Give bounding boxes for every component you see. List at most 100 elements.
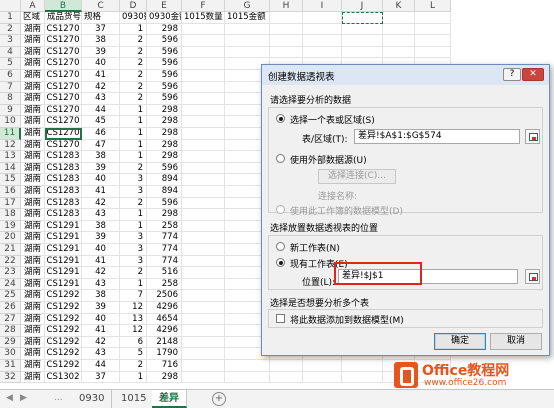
table-cell[interactable]: 1 xyxy=(120,23,147,36)
table-cell[interactable]: 湖南 xyxy=(21,35,45,47)
location-collapse-icon[interactable] xyxy=(525,269,540,284)
active-cell-b11[interactable]: CS1270 xyxy=(45,128,82,140)
table-cell[interactable] xyxy=(182,209,225,221)
table-cell[interactable]: 37 xyxy=(82,371,120,384)
table-cell[interactable] xyxy=(182,197,225,210)
table-cell[interactable]: 41 xyxy=(82,70,120,82)
table-cell[interactable] xyxy=(182,290,225,302)
header-cell[interactable]: 1015数量 xyxy=(182,12,225,24)
table-cell[interactable]: 湖南 xyxy=(21,58,45,70)
table-cell[interactable] xyxy=(225,46,270,59)
close-button[interactable]: ✕ xyxy=(522,68,544,81)
table-cell[interactable]: CS1291 xyxy=(45,267,82,279)
table-cell[interactable]: 42 xyxy=(82,267,120,279)
table-cell[interactable]: 39 xyxy=(82,232,120,244)
table-cell[interactable]: 298 xyxy=(147,151,182,163)
add-sheet-icon[interactable]: + xyxy=(212,392,226,406)
table-cell[interactable] xyxy=(303,371,342,384)
table-cell[interactable]: 1 xyxy=(120,209,147,221)
cancel-button[interactable]: 取消 xyxy=(490,333,542,350)
row-header[interactable]: 1 xyxy=(0,12,21,24)
table-cell[interactable]: CS1292 xyxy=(45,348,82,360)
row-header[interactable]: 28 xyxy=(0,325,21,337)
table-cell[interactable]: 298 xyxy=(147,371,182,384)
table-cell[interactable]: 298 xyxy=(147,104,182,117)
table-cell[interactable] xyxy=(182,244,225,256)
table-cell[interactable] xyxy=(182,81,225,94)
table-cell[interactable]: 596 xyxy=(147,46,182,59)
table-cell[interactable] xyxy=(270,35,303,47)
table-cell[interactable]: 12 xyxy=(120,302,147,314)
table-cell[interactable] xyxy=(182,186,225,198)
table-cell[interactable]: 1 xyxy=(120,128,147,140)
table-cell[interactable] xyxy=(182,151,225,163)
table-cell[interactable]: 2148 xyxy=(147,336,182,349)
table-cell[interactable]: 39 xyxy=(82,46,120,59)
table-cell[interactable]: 湖南 xyxy=(21,116,45,128)
table-cell[interactable]: 湖南 xyxy=(21,267,45,279)
table-cell[interactable]: CS1292 xyxy=(45,290,82,302)
table-cell[interactable]: CS1291 xyxy=(45,232,82,244)
table-cell[interactable]: CS1270 xyxy=(45,70,82,82)
table-cell[interactable]: 774 xyxy=(147,244,182,256)
radio-select-range[interactable] xyxy=(276,114,285,123)
table-cell[interactable]: 38 xyxy=(82,220,120,233)
table-cell[interactable]: 湖南 xyxy=(21,360,45,372)
table-cell[interactable]: 38 xyxy=(82,151,120,163)
table-cell[interactable]: 39 xyxy=(82,302,120,314)
table-cell[interactable] xyxy=(182,220,225,233)
table-cell[interactable]: 2 xyxy=(120,197,147,210)
table-cell[interactable] xyxy=(270,46,303,59)
table-cell[interactable]: 湖南 xyxy=(21,278,45,291)
table-cell[interactable]: CS1291 xyxy=(45,244,82,256)
row-header[interactable]: 31 xyxy=(0,360,21,372)
next-sheet-icon[interactable]: ▶ xyxy=(20,393,27,403)
row-header[interactable]: 15 xyxy=(0,174,21,186)
table-cell[interactable]: 湖南 xyxy=(21,139,45,152)
table-cell[interactable]: CS1283 xyxy=(45,186,82,198)
ok-button[interactable]: 确定 xyxy=(434,333,486,350)
table-cell[interactable]: 1 xyxy=(120,139,147,152)
table-cell[interactable]: CS1283 xyxy=(45,197,82,210)
row-header[interactable]: 3 xyxy=(0,35,21,47)
table-cell[interactable]: 4654 xyxy=(147,313,182,326)
row-header[interactable]: 16 xyxy=(0,186,21,198)
table-cell[interactable]: 258 xyxy=(147,220,182,233)
row-header[interactable]: 21 xyxy=(0,244,21,256)
table-cell[interactable]: 3 xyxy=(120,255,147,268)
table-cell[interactable]: 596 xyxy=(147,81,182,94)
table-cell[interactable]: 596 xyxy=(147,93,182,105)
column-header-d[interactable]: D xyxy=(120,0,147,12)
table-cell[interactable]: 596 xyxy=(147,197,182,210)
select-all-corner[interactable] xyxy=(0,0,21,12)
table-cell[interactable]: 1 xyxy=(120,220,147,233)
table-cell[interactable]: 5 xyxy=(120,348,147,360)
table-cell[interactable]: 516 xyxy=(147,267,182,279)
table-cell[interactable]: 44 xyxy=(82,104,120,117)
header-cell[interactable] xyxy=(415,12,451,24)
table-cell[interactable]: 湖南 xyxy=(21,186,45,198)
table-cell[interactable]: 湖南 xyxy=(21,244,45,256)
table-cell[interactable]: 40 xyxy=(82,58,120,70)
row-header[interactable]: 7 xyxy=(0,81,21,94)
column-header-f[interactable]: F xyxy=(182,0,225,12)
table-cell[interactable]: 3 xyxy=(120,174,147,186)
row-header[interactable]: 26 xyxy=(0,302,21,314)
tab-sheet-1[interactable]: 1015 xyxy=(114,390,155,408)
table-cell[interactable] xyxy=(342,46,383,59)
column-header-h[interactable]: H xyxy=(270,0,303,12)
table-cell[interactable] xyxy=(182,58,225,70)
table-cell[interactable]: 3 xyxy=(120,232,147,244)
row-header[interactable]: 23 xyxy=(0,267,21,279)
table-cell[interactable] xyxy=(182,313,225,326)
table-cell[interactable]: CS1302 xyxy=(45,371,82,384)
table-cell[interactable]: 湖南 xyxy=(21,46,45,59)
table-cell[interactable]: CS1291 xyxy=(45,255,82,268)
row-header[interactable]: 14 xyxy=(0,162,21,175)
table-cell[interactable]: 2 xyxy=(120,81,147,94)
table-cell[interactable] xyxy=(182,23,225,36)
table-cell[interactable]: CS1270 xyxy=(45,139,82,152)
table-cell[interactable]: 2 xyxy=(120,360,147,372)
table-cell[interactable] xyxy=(182,128,225,140)
table-cell[interactable]: 湖南 xyxy=(21,81,45,94)
